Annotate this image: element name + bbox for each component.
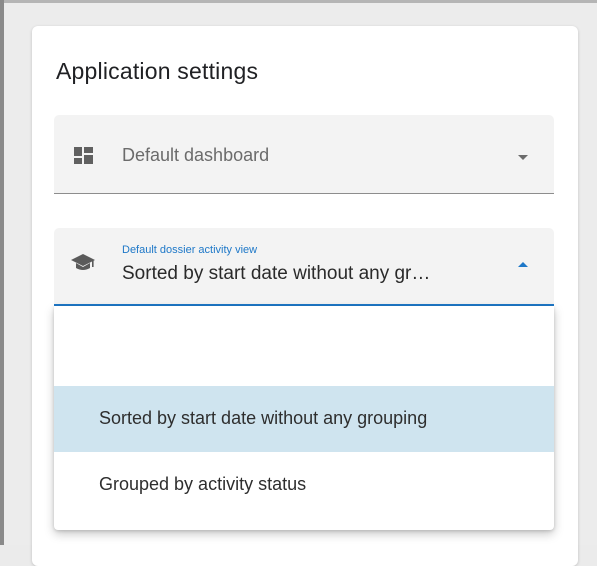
card-title: Application settings bbox=[56, 58, 259, 84]
menu-option-sorted-by-start-date[interactable]: Sorted by start date without any groupin… bbox=[54, 386, 554, 452]
activity-view-select[interactable]: Default dossier activity view Sorted by … bbox=[54, 228, 554, 306]
default-dashboard-label: Default dashboard bbox=[122, 145, 270, 165]
menu-option-grouped-by-status[interactable]: Grouped by activity status bbox=[54, 452, 554, 518]
menu-option-empty[interactable] bbox=[54, 320, 554, 386]
activity-view-menu: Sorted by start date without any groupin… bbox=[54, 306, 554, 530]
window-left-border bbox=[0, 0, 4, 545]
activity-view-value: Sorted by start date without any gr… bbox=[122, 263, 431, 284]
default-dashboard-select[interactable]: Default dashboard bbox=[54, 115, 554, 194]
window-top-border bbox=[0, 0, 597, 3]
chevron-down-icon bbox=[518, 155, 528, 160]
chevron-up-icon bbox=[518, 262, 528, 267]
activity-view-floating-label: Default dossier activity view bbox=[122, 244, 258, 256]
dashboard-icon bbox=[74, 147, 93, 164]
graduation-cap-icon bbox=[71, 254, 95, 270]
menu-option-label: Sorted by start date without any groupin… bbox=[99, 408, 428, 428]
window-frame: Application settings Default dashboard D… bbox=[0, 0, 597, 566]
menu-option-label: Grouped by activity status bbox=[99, 474, 307, 494]
application-settings-card: Application settings Default dashboard D… bbox=[32, 26, 578, 566]
